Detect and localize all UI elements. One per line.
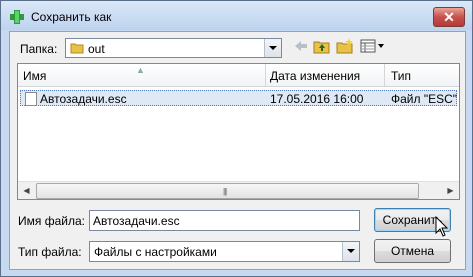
up-folder-icon[interactable]	[313, 37, 331, 55]
folder-combo[interactable]: out	[65, 38, 282, 58]
filetype-value: Файлы с настройками	[94, 245, 217, 259]
scroll-thumb[interactable]: |||	[36, 183, 419, 199]
filename-field[interactable]: Автозадачи.esc	[89, 210, 360, 231]
back-arrow-icon[interactable]	[292, 37, 310, 55]
scroll-left-icon[interactable]: ◀	[18, 182, 35, 199]
save-as-dialog: Сохранить как ✕ Папка: out ▲ Имя Дата из…	[0, 0, 473, 277]
file-date: 17.05.2016 16:00	[270, 92, 364, 106]
mouse-cursor-icon	[435, 216, 449, 237]
column-header-date[interactable]: Дата изменения	[270, 69, 360, 83]
new-folder-icon[interactable]	[336, 37, 354, 55]
close-button[interactable]: ✕	[433, 7, 465, 27]
file-list[interactable]: ▲ Имя Дата изменения Тип Автозадачи.esc …	[17, 63, 460, 200]
title-bar[interactable]: Сохранить как ✕	[1, 1, 472, 30]
dialog-body: Папка: out ▲ Имя Дата изменения Тип Авто…	[9, 31, 466, 270]
grip-icon: |||	[223, 187, 227, 196]
file-name: Автозадачи.esc	[40, 92, 127, 106]
file-icon	[25, 92, 37, 106]
sort-ascending-icon: ▲	[136, 65, 145, 75]
column-header-name[interactable]: Имя	[23, 69, 46, 83]
column-header-type[interactable]: Тип	[391, 69, 411, 83]
folder-label: Папка:	[20, 42, 58, 56]
folder-value: out	[88, 42, 105, 56]
folder-icon	[70, 43, 84, 54]
file-row[interactable]: Автозадачи.esc 17.05.2016 16:00 Файл "ES…	[20, 90, 457, 106]
filename-value: Автозадачи.esc	[93, 214, 180, 228]
file-type: Файл "ESC"	[391, 92, 458, 106]
view-menu-icon[interactable]	[360, 37, 386, 55]
window-title: Сохранить как	[31, 10, 112, 24]
column-divider[interactable]	[384, 64, 385, 86]
column-divider[interactable]	[265, 64, 266, 86]
filetype-label: Тип файла:	[18, 245, 82, 259]
horizontal-scrollbar[interactable]: ◀ ||| ▶	[18, 181, 459, 199]
filetype-combo[interactable]: Файлы с настройками	[89, 241, 360, 262]
scroll-right-icon[interactable]: ▶	[442, 182, 459, 199]
cancel-button[interactable]: Отмена	[374, 239, 451, 263]
app-icon	[10, 10, 24, 24]
chevron-down-icon[interactable]	[264, 39, 281, 57]
save-button-label: Сохранить	[382, 213, 443, 227]
chevron-down-icon[interactable]	[342, 242, 359, 261]
cancel-button-label: Отмена	[390, 244, 435, 258]
list-header: ▲ Имя Дата изменения Тип	[18, 64, 459, 87]
filename-label: Имя файла:	[18, 214, 85, 228]
close-icon: ✕	[443, 9, 455, 25]
